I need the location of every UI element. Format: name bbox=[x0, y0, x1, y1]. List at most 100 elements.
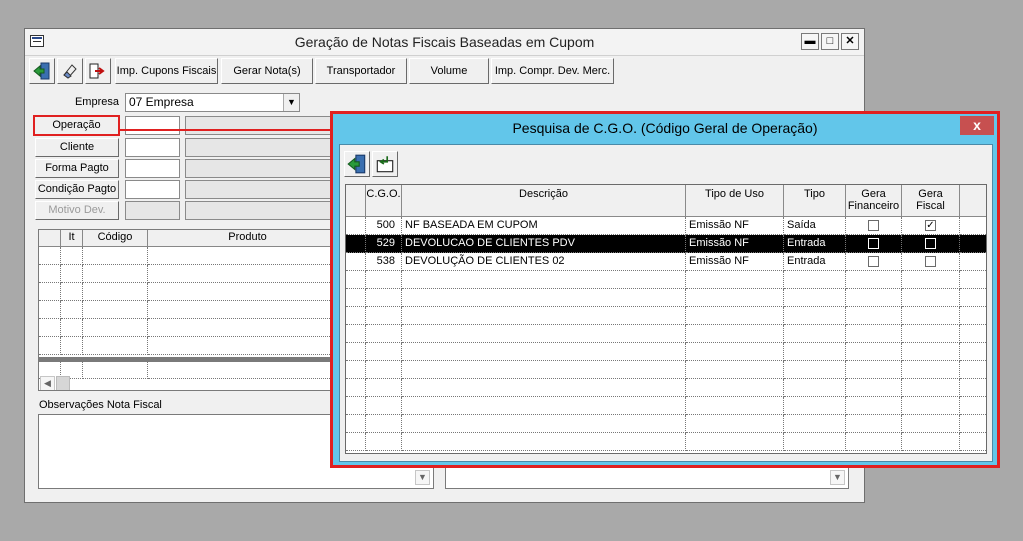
column-header-tipo-label: Tipo bbox=[804, 188, 825, 200]
gera-financeiro-checkbox[interactable] bbox=[868, 256, 879, 267]
cell-tipo: Entrada bbox=[784, 235, 846, 253]
gerar-notas-button[interactable]: Gerar Nota(s) bbox=[221, 58, 313, 84]
chevron-down-icon[interactable]: ▼ bbox=[283, 94, 299, 111]
gera-fiscal-checkbox[interactable] bbox=[925, 256, 936, 267]
column-header-gera-financeiro-line2: Financeiro bbox=[847, 200, 900, 212]
operacao-code-input[interactable] bbox=[125, 116, 180, 135]
table-row-selected[interactable]: 529 DEVOLUCAO DE CLIENTES PDV Emissão NF… bbox=[346, 235, 986, 253]
cliente-code-input[interactable] bbox=[125, 138, 180, 157]
dialog-confirm-button[interactable] bbox=[372, 151, 398, 177]
chevron-down-icon[interactable]: ▼ bbox=[415, 470, 430, 485]
column-header-tipo[interactable]: Tipo bbox=[784, 185, 846, 217]
grid-corner bbox=[39, 230, 61, 247]
main-window-title: Geração de Notas Fiscais Baseadas em Cup… bbox=[294, 34, 595, 50]
gera-fiscal-checkbox[interactable]: ✓ bbox=[925, 220, 936, 231]
highlight-connector bbox=[120, 129, 331, 131]
grid-corner bbox=[346, 185, 366, 217]
empty-row bbox=[39, 265, 337, 283]
empty-row bbox=[39, 319, 337, 337]
exit-icon bbox=[347, 154, 366, 174]
cell-descricao: DEVOLUÇÃO DE CLIENTES 02 bbox=[402, 253, 686, 271]
gera-financeiro-checkbox[interactable] bbox=[868, 238, 879, 249]
cell-tipo-uso: Emissão NF bbox=[686, 235, 784, 253]
column-header-gera-financeiro[interactable]: Gera Financeiro bbox=[846, 185, 902, 217]
condicao-pagto-description-field bbox=[185, 180, 335, 199]
cell-tipo-uso: Emissão NF bbox=[686, 217, 784, 235]
empresa-label: Empresa bbox=[74, 96, 119, 108]
imp-cupons-fiscais-button[interactable]: Imp. Cupons Fiscais bbox=[115, 58, 218, 84]
cgo-grid[interactable]: C.G.O. Descrição Tipo de Uso Tipo Gera F… bbox=[345, 184, 987, 454]
condicao-pagto-code-input[interactable] bbox=[125, 180, 180, 199]
column-header-cgo[interactable]: C.G.O. bbox=[366, 185, 402, 217]
dialog-title: Pesquisa de C.G.O. (Código Geral de Oper… bbox=[512, 120, 818, 136]
column-header-tipo-uso[interactable]: Tipo de Uso bbox=[686, 185, 784, 217]
cliente-button[interactable]: Cliente bbox=[35, 138, 119, 157]
gera-fiscal-checkbox[interactable] bbox=[925, 238, 936, 249]
forma-pagto-button[interactable]: Forma Pagto bbox=[35, 159, 119, 178]
column-header-it[interactable]: It bbox=[61, 230, 83, 247]
observacoes-label: Observações Nota Fiscal bbox=[39, 399, 162, 411]
forma-pagto-description-field bbox=[185, 159, 335, 178]
motivo-dev-code-input bbox=[125, 201, 180, 220]
column-header-gera-fiscal[interactable]: Gera Fiscal bbox=[902, 185, 960, 217]
empty-row bbox=[346, 343, 986, 361]
cgo-search-dialog: Pesquisa de C.G.O. (Código Geral de Oper… bbox=[330, 111, 1000, 468]
column-header-descricao-label: Descrição bbox=[519, 188, 568, 200]
empty-row bbox=[39, 247, 337, 265]
volume-button[interactable]: Volume bbox=[409, 58, 489, 84]
empty-row bbox=[346, 379, 986, 397]
export-button[interactable] bbox=[85, 58, 111, 84]
forma-pagto-code-input[interactable] bbox=[125, 159, 180, 178]
cell-cgo: 529 bbox=[366, 235, 402, 253]
column-header-gera-fiscal-line1: Gera bbox=[918, 188, 943, 200]
empty-row bbox=[346, 433, 986, 451]
empty-row bbox=[346, 271, 986, 289]
empty-row bbox=[39, 337, 337, 355]
cell-descricao: DEVOLUCAO DE CLIENTES PDV bbox=[402, 235, 686, 253]
cliente-name-field bbox=[185, 138, 335, 157]
maximize-button[interactable]: □ bbox=[821, 33, 839, 50]
empty-row bbox=[346, 325, 986, 343]
main-titlebar: Geração de Notas Fiscais Baseadas em Cup… bbox=[25, 29, 864, 56]
empty-row bbox=[346, 361, 986, 379]
minimize-button[interactable]: ▬ bbox=[801, 33, 819, 50]
scroll-left-button[interactable]: ◀ bbox=[40, 376, 55, 390]
empty-row bbox=[39, 301, 337, 319]
close-button[interactable]: ✕ bbox=[841, 33, 859, 50]
motivo-dev-button: Motivo Dev. bbox=[35, 201, 119, 220]
dialog-exit-button[interactable] bbox=[344, 151, 370, 177]
column-header-descricao[interactable]: Descrição bbox=[402, 185, 686, 217]
cell-tipo: Saída bbox=[784, 217, 846, 235]
cell-cgo: 500 bbox=[366, 217, 402, 235]
dialog-close-button[interactable]: x bbox=[960, 116, 994, 135]
transportador-button[interactable]: Transportador bbox=[315, 58, 407, 84]
empty-row bbox=[39, 283, 337, 301]
empty-row bbox=[346, 397, 986, 415]
column-header-filler bbox=[960, 185, 986, 217]
column-header-cgo-label: C.G.O. bbox=[366, 188, 401, 200]
exit-icon bbox=[33, 62, 50, 80]
empty-row bbox=[346, 307, 986, 325]
table-row[interactable]: 500 NF BASEADA EM CUPOM Emissão NF Saída… bbox=[346, 217, 986, 235]
imp-compr-dev-merc-button[interactable]: Imp. Compr. Dev. Merc. bbox=[491, 58, 614, 84]
cell-cgo: 538 bbox=[366, 253, 402, 271]
column-header-produto[interactable]: Produto bbox=[148, 230, 337, 247]
table-row[interactable]: 538 DEVOLUÇÃO DE CLIENTES 02 Emissão NF … bbox=[346, 253, 986, 271]
column-header-gera-fiscal-line2: Fiscal bbox=[916, 200, 945, 212]
clear-button[interactable] bbox=[57, 58, 83, 84]
export-icon bbox=[89, 63, 105, 79]
column-header-tipo-uso-label: Tipo de Uso bbox=[705, 188, 764, 200]
grid-totals-row bbox=[39, 362, 337, 379]
empresa-value: 07 Empresa bbox=[129, 95, 194, 109]
empresa-select[interactable]: 07 Empresa ▼ bbox=[125, 93, 300, 112]
empty-row bbox=[346, 415, 986, 433]
horizontal-scrollbar-thumb[interactable] bbox=[56, 376, 70, 390]
chevron-down-icon[interactable]: ▼ bbox=[830, 470, 845, 485]
products-grid[interactable]: It Código Produto ◀ bbox=[38, 229, 338, 391]
operacao-description-field bbox=[185, 116, 335, 135]
exit-button[interactable] bbox=[29, 58, 55, 84]
condicao-pagto-button[interactable]: Condição Pagto bbox=[35, 180, 119, 199]
operacao-button[interactable]: Operação bbox=[33, 115, 120, 136]
column-header-codigo[interactable]: Código bbox=[83, 230, 148, 247]
gera-financeiro-checkbox[interactable] bbox=[868, 220, 879, 231]
